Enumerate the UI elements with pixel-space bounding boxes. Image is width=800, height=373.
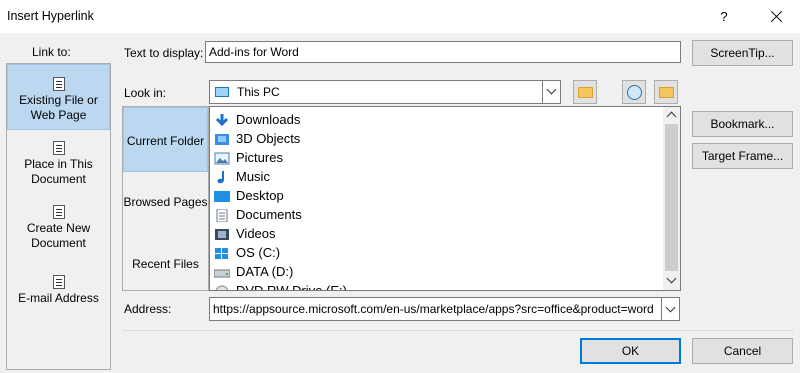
3d-objects-icon (214, 132, 230, 145)
link-item-line: Existing File or (19, 93, 98, 107)
desktop-icon (214, 189, 230, 202)
text-to-display-input[interactable]: Add-ins for Word (205, 41, 681, 63)
folder-up-icon (578, 87, 593, 98)
file-name: Downloads (236, 112, 301, 127)
link-place-in-document[interactable]: Place in This Document (7, 141, 110, 201)
tab-current-folder[interactable]: Current Folder (123, 107, 208, 172)
window-title: Insert Hyperlink (7, 9, 94, 23)
link-item-line: E-mail Address (18, 291, 99, 305)
tab-browsed-pages[interactable]: Browsed Pages (123, 195, 208, 209)
look-in-dropdown-arrow[interactable] (542, 81, 560, 103)
computer-icon (215, 87, 229, 97)
close-button[interactable] (754, 0, 798, 33)
chevron-down-icon[interactable] (666, 273, 677, 284)
address-label: Address: (124, 302, 172, 316)
link-create-new-document[interactable]: Create New Document (7, 205, 110, 265)
link-to-label: Link to: (32, 45, 71, 59)
document-bookmark-icon (52, 141, 65, 155)
link-email-address[interactable]: E-mail Address (7, 275, 110, 315)
chevron-down-icon (665, 302, 676, 313)
file-name: OS (C:) (236, 245, 281, 260)
link-item-line: Create New (26, 221, 91, 235)
chevron-up-icon[interactable] (666, 111, 677, 122)
file-name: Documents (236, 207, 302, 222)
address-input[interactable]: https://appsource.microsoft.com/en-us/ma… (209, 297, 662, 321)
email-icon (52, 275, 65, 289)
file-name: 3D Objects (236, 131, 301, 146)
windows-drive-icon (214, 246, 230, 259)
videos-icon (214, 227, 230, 240)
download-arrow-icon (214, 113, 230, 127)
dvd-drive-icon (214, 284, 230, 290)
address-dropdown-button[interactable] (661, 297, 680, 321)
link-existing-file[interactable]: Existing File or Web Page (7, 64, 110, 130)
globe-search-icon (627, 85, 642, 100)
music-note-icon (214, 170, 230, 184)
look-in-dropdown[interactable]: This PC (209, 80, 561, 104)
title-bar: Insert Hyperlink ? (0, 0, 800, 33)
bookmark-button[interactable]: Bookmark... (692, 111, 793, 137)
file-name: DATA (D:) (236, 264, 294, 279)
file-name: Music (236, 169, 270, 184)
look-in-value: This PC (237, 85, 280, 99)
target-frame-button[interactable]: Target Frame... (692, 143, 793, 169)
ok-button[interactable]: OK (580, 338, 681, 364)
link-item-line: Document (31, 172, 86, 186)
file-name: Pictures (236, 150, 283, 165)
screentip-button[interactable]: ScreenTip... (692, 40, 793, 66)
text-to-display-label: Text to display: (124, 46, 204, 60)
link-item-line: Web Page (30, 108, 87, 122)
tab-recent-files[interactable]: Recent Files (123, 257, 208, 271)
look-in-label: Look in: (124, 86, 167, 100)
link-to-bar: Existing File or Web Page Place in This … (6, 63, 111, 370)
file-name: Videos (236, 226, 276, 241)
browse-web-button[interactable] (622, 80, 646, 104)
folder-open-icon (659, 87, 674, 98)
footer-divider (122, 330, 794, 331)
file-globe-icon (52, 77, 65, 91)
up-one-folder-button[interactable] (573, 80, 597, 104)
file-name: DVD RW Drive (E:) (236, 283, 347, 291)
link-item-line: Document (31, 236, 86, 250)
folder-tabs: Current Folder Browsed Pages Recent File… (122, 106, 209, 291)
pictures-icon (214, 151, 230, 165)
link-item-line: Place in This (24, 157, 93, 171)
chevron-down-icon (546, 84, 557, 95)
file-list[interactable]: Downloads 3D Objects Pictures Music Desk… (209, 106, 681, 291)
browse-file-button[interactable] (654, 80, 678, 104)
help-button[interactable]: ? (702, 0, 746, 33)
file-list-scrollbar[interactable] (663, 107, 680, 290)
scrollbar-thumb[interactable] (665, 124, 678, 271)
new-document-icon (52, 205, 65, 219)
cancel-button[interactable]: Cancel (692, 338, 793, 364)
drive-icon (213, 265, 231, 278)
file-name: Desktop (236, 188, 284, 203)
documents-icon (214, 208, 230, 223)
